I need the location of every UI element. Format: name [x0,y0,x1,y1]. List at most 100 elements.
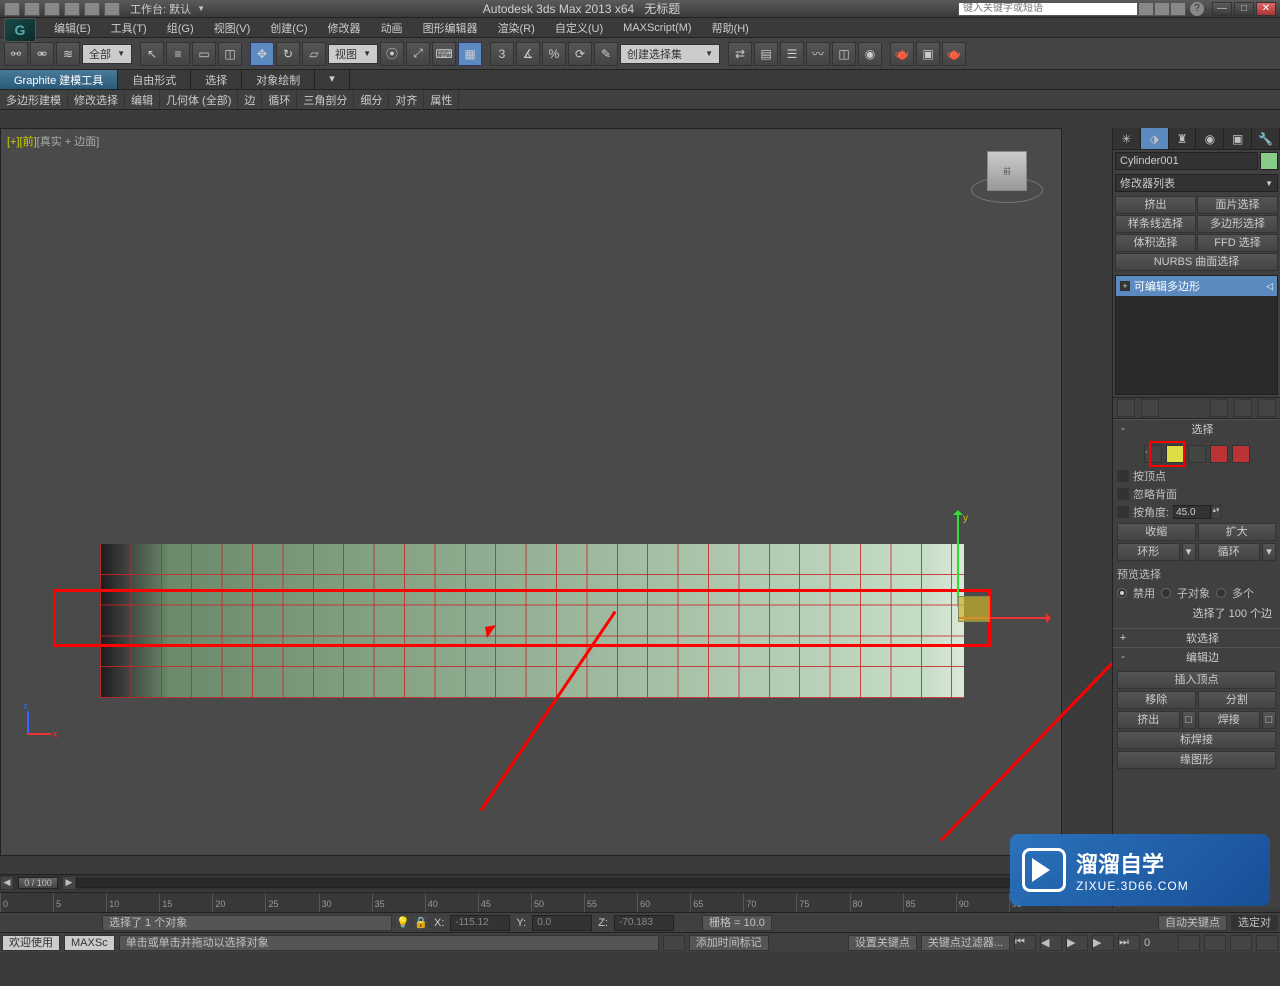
link-icon[interactable] [104,2,120,16]
menu-create[interactable]: 创建(C) [260,18,317,38]
render-frame-icon[interactable]: ▣ [916,42,940,66]
mirror-icon[interactable]: ⇄ [728,42,752,66]
link-tool-icon[interactable]: ⚯ [4,42,28,66]
schematic-icon[interactable]: ◫ [832,42,856,66]
weld-settings[interactable]: □ [1262,711,1276,729]
ref-coord[interactable]: 视图▼ [328,44,378,64]
show-result-icon[interactable] [1141,399,1159,417]
subtab-loop[interactable]: 循环 [262,90,297,109]
menu-group[interactable]: 组(G) [157,18,204,38]
setkey-button[interactable]: 设置关键点 [848,935,917,951]
extrude-settings[interactable]: □ [1182,711,1196,729]
preview-subobj-radio[interactable] [1161,588,1171,598]
search-icon[interactable] [1138,2,1154,16]
play-icon[interactable]: ▶ [1066,935,1088,951]
layers-icon[interactable]: ☰ [780,42,804,66]
help-icon[interactable]: ? [1190,2,1204,16]
select-rect-icon[interactable]: ▭ [192,42,216,66]
ribbon-tab-selection[interactable]: 选择 [191,70,242,89]
mod-polysel[interactable]: 多边形选择 [1197,215,1278,233]
time-next-icon[interactable]: ▶ [62,876,76,890]
display-tab-icon[interactable]: ▣ [1224,128,1252,149]
time-track[interactable] [76,878,1062,888]
time-slider[interactable]: ◀ 0 / 100 ▶ [0,874,1062,890]
remove-button[interactable]: 移除 [1117,691,1196,709]
poly-mode-icon[interactable] [1210,445,1228,463]
mod-nurbs[interactable]: NURBS 曲面选择 [1115,253,1278,271]
menu-animation[interactable]: 动画 [371,18,413,38]
move-icon[interactable]: ✥ [250,42,274,66]
coord-x[interactable]: -115.12 [450,915,510,931]
insert-vertex-button[interactable]: 插入顶点 [1117,671,1276,689]
percent-snap-icon[interactable]: % [542,42,566,66]
ring-spinner[interactable]: ▾ [1182,543,1196,561]
mod-facesel[interactable]: 面片选择 [1197,196,1278,214]
gizmo-xy-plane[interactable] [958,596,990,622]
menu-maxscript[interactable]: MAXScript(M) [613,20,701,36]
target-weld-button[interactable]: 标焊接 [1117,731,1276,749]
ribbon-tab-modeling[interactable]: Graphite 建模工具 [0,70,118,89]
play-next-icon[interactable]: ▶ [1092,935,1114,951]
window-crossing-icon[interactable]: ◫ [218,42,242,66]
utilities-tab-icon[interactable]: 🔧 [1252,128,1280,149]
select-icon[interactable]: ↖ [140,42,164,66]
extrude-button[interactable]: 挤出 [1117,711,1180,729]
new-icon[interactable] [4,2,20,16]
autokey-button[interactable]: 自动关键点 [1158,915,1227,931]
curve-editor-icon[interactable]: 〰 [806,42,830,66]
select-name-icon[interactable]: ≡ [166,42,190,66]
nav-zoom-icon[interactable] [1204,935,1226,951]
add-time-tag[interactable]: 添加时间标记 [689,935,769,951]
edge-shape-button[interactable]: 缘图形 [1117,751,1276,769]
angle-spinner[interactable]: ▴▾ [1173,505,1221,519]
render-setup-icon[interactable]: 🫖 [890,42,914,66]
named-sel-set[interactable]: 创建选择集▼ [620,44,720,64]
subtab-subdiv[interactable]: 细分 [354,90,389,109]
menu-modifiers[interactable]: 修改器 [318,18,371,38]
subtab-poly[interactable]: 多边形建模 [0,90,68,109]
maximize-button[interactable]: □ [1234,2,1254,16]
object-color-swatch[interactable] [1260,152,1278,170]
rotate-icon[interactable]: ↻ [276,42,300,66]
favorites-icon[interactable] [1170,2,1186,16]
border-mode-icon[interactable] [1188,445,1206,463]
mod-extrude[interactable]: 挤出 [1115,196,1196,214]
menu-custom[interactable]: 自定义(U) [545,18,613,38]
render-icon[interactable]: 🫖 [942,42,966,66]
spinner-snap-icon[interactable]: ⟳ [568,42,592,66]
play-start-icon[interactable]: ⏮ [1014,935,1036,951]
snap-2d-icon[interactable]: ▦ [458,42,482,66]
hierarchy-tab-icon[interactable]: ♜ [1169,128,1197,149]
align-icon[interactable]: ▤ [754,42,778,66]
bulb-icon[interactable]: 💡 [396,916,410,930]
app-logo[interactable] [4,18,36,42]
weld-button[interactable]: 焊接 [1198,711,1261,729]
ribbon-collapse-icon[interactable]: ▾ [315,70,350,89]
viewcube[interactable]: 前 [987,151,1027,191]
ribbon-tab-objpaint[interactable]: 对象绘制 [242,70,315,89]
motion-tab-icon[interactable]: ◉ [1196,128,1224,149]
nav-max-icon[interactable] [1256,935,1278,951]
comm-center-icon[interactable] [1154,2,1170,16]
keyboard-icon[interactable]: ⌨ [432,42,456,66]
time-prev-icon[interactable]: ◀ [0,876,14,890]
open-icon[interactable] [24,2,40,16]
rollout-softsel-header[interactable]: +软选择 [1113,629,1280,647]
menu-graph[interactable]: 图形编辑器 [413,18,488,38]
maxscript-label[interactable]: MAXSc [64,935,115,951]
menu-help[interactable]: 帮助(H) [702,18,759,38]
configure-icon[interactable] [1258,399,1276,417]
preview-disable-radio[interactable] [1117,588,1127,598]
close-button[interactable]: ✕ [1256,2,1276,16]
minimize-button[interactable]: — [1212,2,1232,16]
create-tab-icon[interactable]: ✳ [1113,128,1141,149]
mod-ffdsel[interactable]: FFD 选择 [1197,234,1278,252]
subtab-edit[interactable]: 编辑 [125,90,160,109]
selection-filter[interactable]: 全部▼ [82,44,132,64]
save-icon[interactable] [44,2,60,16]
bind-space-icon[interactable]: ≋ [56,42,80,66]
key-mode-combo[interactable]: 选定对 [1231,915,1278,931]
subtab-geomall[interactable]: 几何体 (全部) [160,90,238,109]
subtab-tri[interactable]: 三角剖分 [297,90,354,109]
object-name-field[interactable]: Cylinder001 [1115,152,1258,170]
